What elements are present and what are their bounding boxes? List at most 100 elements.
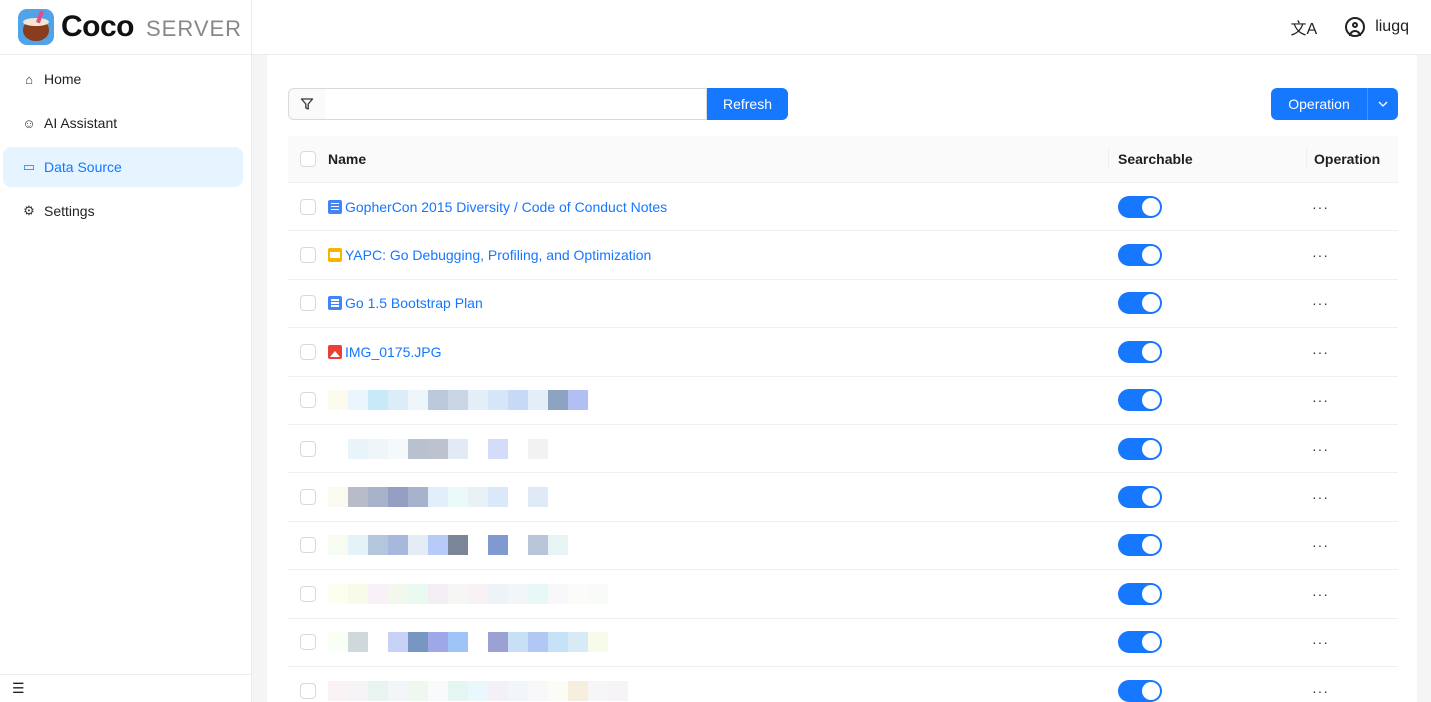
data-source-name: IMG_0175.JPG bbox=[345, 343, 442, 360]
sidebar-item-settings[interactable]: ⚙ Settings bbox=[3, 191, 243, 231]
searchable-toggle[interactable] bbox=[1118, 292, 1162, 315]
more-actions-button[interactable]: ··· bbox=[1306, 247, 1398, 263]
more-actions-button[interactable]: ··· bbox=[1306, 489, 1398, 505]
table-row: Go 1.5 Bootstrap Plan ··· bbox=[288, 280, 1398, 329]
searchable-toggle[interactable] bbox=[1118, 340, 1162, 363]
home-icon: ⌂ bbox=[25, 71, 33, 87]
table-row: ··· bbox=[288, 522, 1398, 571]
row-checkbox[interactable] bbox=[300, 682, 316, 699]
data-source-table: Name Searchable Operation GopherCon 2015… bbox=[288, 136, 1398, 702]
redacted-name bbox=[328, 583, 618, 604]
sidebar-item-ai-assistant[interactable]: ☺ AI Assistant bbox=[3, 103, 243, 143]
redacted-name bbox=[328, 535, 618, 556]
folder-icon: ▭ bbox=[22, 159, 36, 174]
coconut-logo-icon bbox=[18, 9, 54, 45]
data-source-link[interactable]: IMG_0175.JPG bbox=[328, 344, 442, 360]
searchable-toggle[interactable] bbox=[1118, 534, 1162, 557]
toolbar: Refresh Operation bbox=[288, 88, 1398, 120]
data-source-panel: Refresh Operation Name Searchable Operat… bbox=[267, 55, 1417, 702]
more-actions-button[interactable]: ··· bbox=[1306, 537, 1398, 553]
data-source-link[interactable]: GopherCon 2015 Diversity / Code of Condu… bbox=[328, 199, 667, 215]
row-checkbox[interactable] bbox=[300, 343, 316, 360]
table-row: ··· bbox=[288, 473, 1398, 522]
sidebar-item-label: Data Source bbox=[44, 159, 122, 175]
searchable-toggle[interactable] bbox=[1118, 582, 1162, 605]
table-row: IMG_0175.JPG ··· bbox=[288, 328, 1398, 377]
sidebar-item-label: Settings bbox=[44, 203, 95, 219]
select-all-checkbox[interactable] bbox=[300, 151, 316, 167]
user-icon bbox=[1345, 17, 1366, 37]
row-checkbox[interactable] bbox=[300, 634, 316, 651]
column-header-operation: Operation bbox=[1306, 147, 1398, 169]
row-checkbox[interactable] bbox=[300, 537, 316, 554]
user-menu[interactable]: liugq bbox=[1345, 17, 1409, 37]
robot-icon: ☺ bbox=[22, 115, 36, 131]
data-source-link[interactable]: Go 1.5 Bootstrap Plan bbox=[328, 295, 483, 311]
column-header-name: Name bbox=[328, 151, 367, 167]
redacted-name bbox=[328, 438, 618, 459]
search-input[interactable] bbox=[325, 88, 707, 120]
refresh-button[interactable]: Refresh bbox=[707, 88, 788, 120]
redacted-name bbox=[328, 632, 618, 653]
translate-icon[interactable]: 文A bbox=[1291, 15, 1318, 39]
sidebar-item-label: AI Assistant bbox=[44, 115, 118, 131]
searchable-toggle[interactable] bbox=[1118, 631, 1162, 654]
more-actions-button[interactable]: ··· bbox=[1306, 586, 1398, 602]
more-actions-button[interactable]: ··· bbox=[1306, 683, 1398, 699]
sidebar-item-home[interactable]: ⌂ Home bbox=[3, 59, 243, 99]
more-actions-button[interactable]: ··· bbox=[1306, 634, 1398, 650]
data-source-link[interactable]: YAPC: Go Debugging, Profiling, and Optim… bbox=[328, 247, 651, 263]
searchable-toggle[interactable] bbox=[1118, 437, 1162, 460]
sidebar-nav: ⌂ Home ☺ AI Assistant ▭ Data Source ⚙ Settings bbox=[0, 55, 251, 231]
row-checkbox[interactable] bbox=[300, 585, 316, 602]
menu-fold-icon: ☰ bbox=[12, 680, 25, 696]
row-checkbox[interactable] bbox=[300, 295, 316, 312]
table-body: GopherCon 2015 Diversity / Code of Condu… bbox=[288, 183, 1398, 702]
operation-dropdown-toggle[interactable] bbox=[1367, 88, 1398, 120]
slides-file-icon bbox=[328, 248, 342, 263]
searchable-toggle[interactable] bbox=[1118, 195, 1162, 218]
redacted-name bbox=[328, 390, 618, 411]
filter-icon bbox=[300, 98, 314, 110]
more-actions-button[interactable]: ··· bbox=[1306, 295, 1398, 311]
row-checkbox[interactable] bbox=[300, 198, 316, 215]
table-row: ··· bbox=[288, 377, 1398, 425]
table-row: GopherCon 2015 Diversity / Code of Condu… bbox=[288, 183, 1398, 232]
top-header: 文A liugq bbox=[252, 0, 1431, 55]
more-actions-button[interactable]: ··· bbox=[1306, 199, 1398, 215]
table-header: Name Searchable Operation bbox=[288, 136, 1398, 183]
redacted-name bbox=[328, 680, 628, 701]
collapse-sidebar-button[interactable]: ☰ bbox=[0, 674, 252, 702]
table-row: YAPC: Go Debugging, Profiling, and Optim… bbox=[288, 231, 1398, 280]
data-source-name: YAPC: Go Debugging, Profiling, and Optim… bbox=[345, 247, 652, 264]
logo-text: Coco bbox=[61, 10, 135, 43]
searchable-toggle[interactable] bbox=[1118, 389, 1162, 412]
table-row: ··· bbox=[288, 667, 1398, 702]
data-source-name: Go 1.5 Bootstrap Plan bbox=[345, 295, 483, 312]
searchable-toggle[interactable] bbox=[1118, 486, 1162, 509]
operation-dropdown: Operation bbox=[1271, 88, 1398, 120]
data-source-name: GopherCon 2015 Diversity / Code of Condu… bbox=[345, 198, 668, 215]
more-actions-button[interactable]: ··· bbox=[1306, 344, 1398, 360]
operation-button[interactable]: Operation bbox=[1271, 88, 1367, 120]
row-checkbox[interactable] bbox=[300, 440, 316, 457]
more-actions-button[interactable]: ··· bbox=[1306, 392, 1398, 408]
row-checkbox[interactable] bbox=[300, 392, 316, 409]
sidebar-item-data-source[interactable]: ▭ Data Source bbox=[3, 147, 243, 187]
searchable-toggle[interactable] bbox=[1118, 244, 1162, 267]
doc-file-icon bbox=[328, 199, 342, 214]
row-checkbox[interactable] bbox=[300, 247, 316, 264]
redacted-name bbox=[328, 487, 618, 508]
sidebar-item-label: Home bbox=[44, 71, 82, 87]
gear-icon: ⚙ bbox=[23, 203, 35, 218]
logo[interactable]: Coco SERVER bbox=[0, 0, 251, 55]
username: liugq bbox=[1375, 18, 1409, 35]
chevron-down-icon bbox=[1378, 101, 1388, 107]
filter-button[interactable] bbox=[288, 88, 326, 120]
logo-subtitle: SERVER bbox=[146, 16, 243, 41]
row-checkbox[interactable] bbox=[300, 489, 316, 506]
searchable-toggle[interactable] bbox=[1118, 679, 1162, 702]
more-actions-button[interactable]: ··· bbox=[1306, 441, 1398, 457]
column-header-searchable: Searchable bbox=[1108, 147, 1306, 169]
sidebar: Coco SERVER ⌂ Home ☺ AI Assistant ▭ Data Sour… bbox=[0, 0, 252, 702]
